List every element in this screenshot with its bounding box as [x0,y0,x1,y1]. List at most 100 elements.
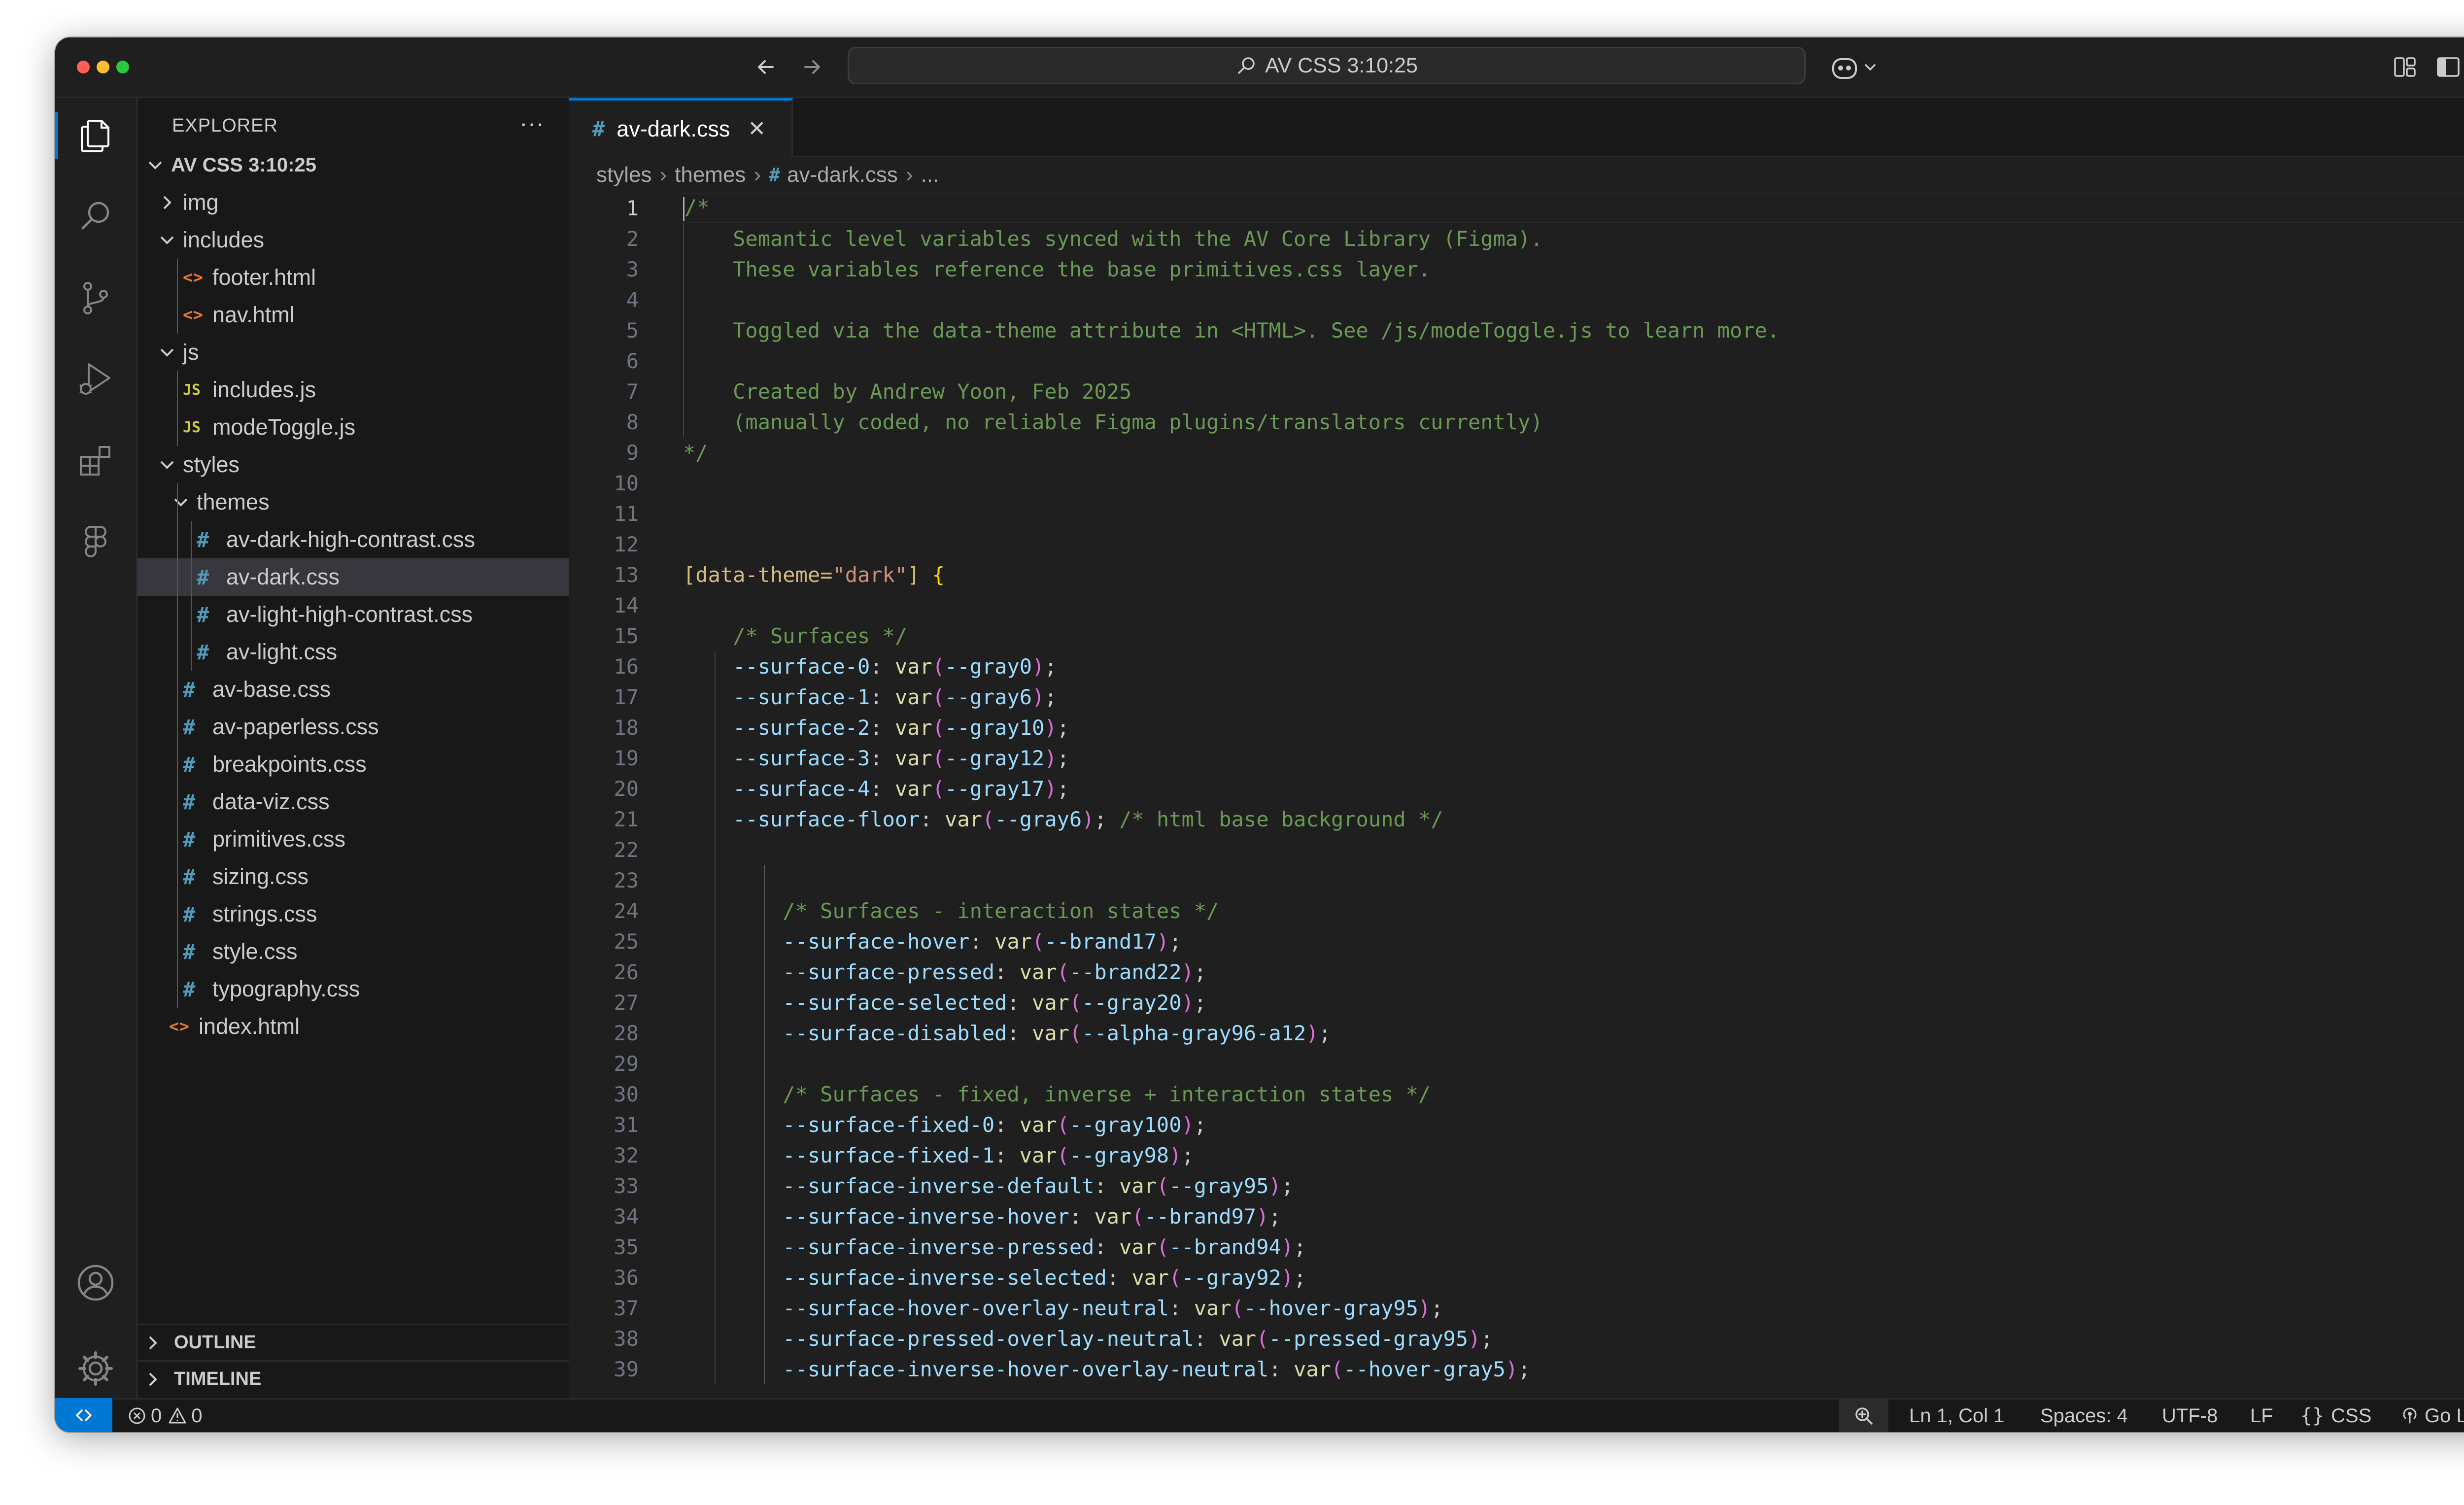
close-window-button[interactable] [77,61,90,73]
file-sizing-css[interactable]: # sizing.css [137,858,569,895]
file-typography-css[interactable]: # typography.css [137,970,569,1008]
tab-av-dark-css[interactable]: # av-dark.css ✕ [569,98,793,157]
explorer-activity[interactable] [55,112,119,159]
zoom-icon [1855,1407,1873,1425]
breadcrumb-styles[interactable]: styles [596,163,651,187]
toggle-primary-sidebar-icon[interactable] [2435,54,2461,80]
outline-section[interactable]: OUTLINE [137,1324,569,1360]
code-line: 13 [data-theme="dark"] { [569,559,2464,590]
line-text: [data-theme="dark"] { [652,563,945,587]
language-mode[interactable]: {} CSS [2300,1400,2371,1432]
file-av-dark-high-contrast-css[interactable]: # av-dark-high-contrast.css [137,521,569,558]
file-nav-html[interactable]: <> nav.html [137,296,569,334]
code-token: (manually coded, no reliable Figma plugi… [683,410,1543,434]
file-av-paperless-css[interactable]: # av-paperless.css [137,708,569,746]
source-control-activity[interactable] [72,274,119,322]
css-file-icon: # [183,864,196,889]
remote-window-button[interactable] [55,1398,112,1432]
code-token: --gray20 [1082,990,1182,1015]
css-file-icon: # [197,640,209,664]
file-av-light-high-contrast-css[interactable]: # av-light-high-contrast.css [137,596,569,633]
maximize-window-button[interactable] [116,61,129,73]
cursor-position[interactable]: Ln 1, Col 1 [1909,1400,2004,1432]
search-activity[interactable] [72,193,119,240]
line-number: 6 [626,348,639,373]
file-style-css[interactable]: # style.css [137,933,569,970]
code-token: --surface-4 [733,776,870,801]
file-strings-css[interactable]: # strings.css [137,895,569,933]
folder-includes[interactable]: includes [137,221,569,259]
end-of-line[interactable]: LF [2250,1400,2273,1432]
customize-layout-icon[interactable] [2392,54,2418,80]
css-file-icon: # [197,527,209,552]
manage-activity[interactable] [72,1345,119,1392]
tree-item-label: themes [197,489,270,514]
folder-styles[interactable]: styles [137,446,569,483]
timeline-section[interactable]: TIMELINE [137,1360,569,1397]
file-modetoggle-js[interactable]: JS modeToggle.js [137,409,569,446]
file-includes-js[interactable]: JS includes.js [137,371,569,409]
code-token: --brand22 [1069,959,1182,984]
file-primitives-css[interactable]: # primitives.css [137,821,569,858]
indentation[interactable]: Spaces: 4 [2040,1400,2128,1432]
figma-activity[interactable] [72,518,119,565]
code-token: --surface-pressed-overlay-neutral [783,1326,1194,1351]
close-tab-icon[interactable]: ✕ [748,116,766,141]
accounts-activity[interactable] [72,1259,119,1306]
folder-js[interactable]: js [137,334,569,371]
workspace-root-folder[interactable]: AV CSS 3:10:25 [137,146,569,184]
file-av-light-css[interactable]: # av-light.css [137,633,569,671]
file-av-base-css[interactable]: # av-base.css [137,671,569,708]
code-token: --surface-1 [733,684,870,709]
extensions-activity[interactable] [72,437,119,484]
tree-item-label: data-viz.css [212,789,330,814]
back-arrow-icon[interactable] [751,51,783,83]
code-token: ( [1057,1143,1069,1167]
code-editor[interactable]: 1 /* 2 Semantic level variables synced wit… [569,193,2464,1400]
tree-item-label: strings.css [212,901,317,926]
encoding[interactable]: UTF-8 [2162,1400,2218,1432]
title-bar: AV CSS 3:10:25 [55,37,2464,98]
forward-arrow-icon[interactable] [795,51,827,83]
code-token: ) [1032,684,1045,709]
code-token: --gray98 [1069,1143,1169,1167]
line-number: 11 [614,501,639,526]
code-token: : [969,929,995,954]
go-live-button[interactable]: Go Live [2400,1400,2464,1432]
breadcrumb-file[interactable]: av-dark.css [787,163,898,187]
run-debug-activity[interactable] [72,355,119,403]
code-token: ( [1156,1173,1169,1198]
breadcrumb-symbol[interactable]: ... [921,163,939,187]
file-av-dark-css[interactable]: # av-dark.css [137,558,569,596]
zoom-button[interactable] [1839,1400,1888,1432]
code-token: ) [1044,776,1057,801]
code-token: ( [1256,1326,1269,1351]
folder-img[interactable]: img [137,184,569,221]
tree-item-label: av-light-high-contrast.css [226,602,473,627]
copilot-icon[interactable] [1829,54,1884,82]
file-data-viz-css[interactable]: # data-viz.css [137,783,569,821]
problems-button[interactable]: 0 0 [127,1400,203,1432]
code-line: 3 These variables reference the base pri… [569,254,2464,284]
line-text: --surface-inverse-hover: var(--brand97); [652,1204,1281,1229]
breadcrumb-themes[interactable]: themes [675,163,746,187]
explorer-more-actions-button[interactable]: ··· [519,109,544,137]
code-token: ; [1194,1112,1207,1137]
warning-icon [169,1407,186,1424]
minimize-window-button[interactable] [97,61,109,73]
file-footer-html[interactable]: <> footer.html [137,259,569,296]
explorer-sidebar: EXPLORER ··· AV CSS 3:10:25 img includes <>… [137,98,570,1398]
code-token: var [1032,990,1069,1015]
folder-themes[interactable]: themes [137,483,569,521]
file-index-html[interactable]: <> index.html [137,1008,569,1045]
command-center-search[interactable]: AV CSS 3:10:25 [848,47,1806,84]
source-control-icon [83,282,108,314]
file-breakpoints-css[interactable]: # breakpoints.css [137,746,569,783]
tree-item-label: includes [183,227,265,252]
